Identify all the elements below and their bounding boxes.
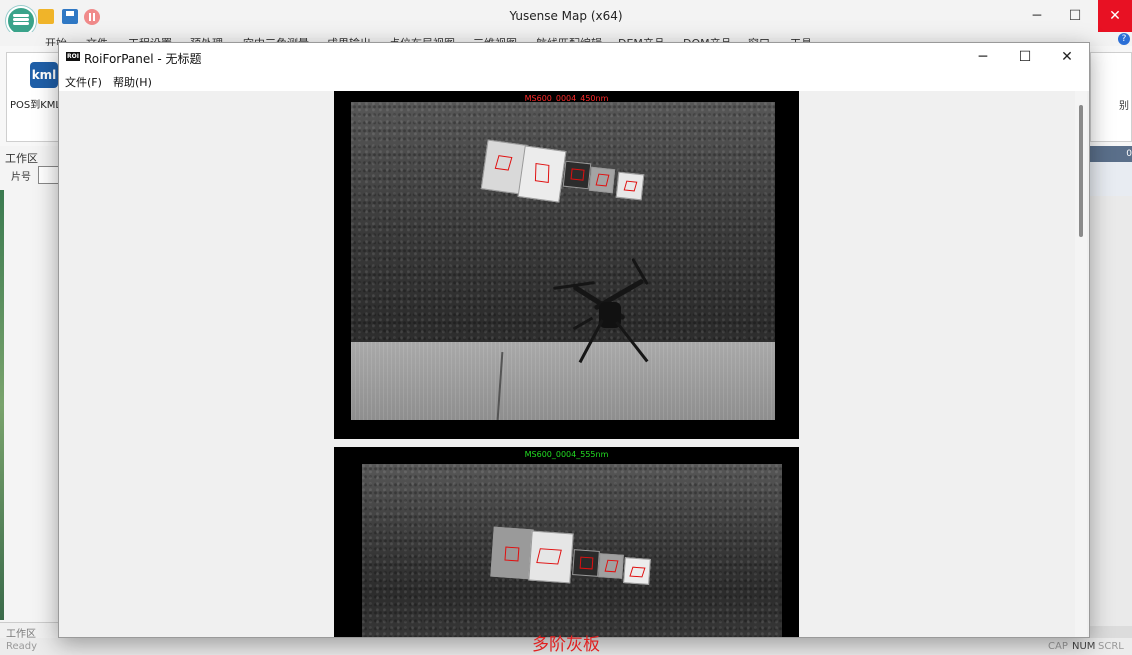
main-maximize-button[interactable]: ☐ [1052, 0, 1098, 32]
roi-box [534, 162, 550, 184]
roi-app-icon: ROI [66, 52, 80, 61]
roi-box [494, 155, 513, 171]
roi-box [623, 180, 638, 192]
dialog-close-button[interactable]: ✕ [1045, 43, 1089, 71]
pavement [351, 342, 775, 420]
help-icon[interactable]: ? [1118, 33, 1130, 45]
aerial-image [362, 464, 782, 637]
kml-icon: kml [30, 62, 58, 88]
main-window-title: Yusense Map (x64) [509, 9, 623, 23]
image-panel-450nm[interactable]: MS600_0004_450nm [334, 91, 799, 439]
panel-label: MS600_0004_555nm [524, 450, 609, 459]
gray-target-3 [562, 160, 592, 190]
column-header-piece[interactable]: 片号 [11, 168, 31, 183]
dialog-title: RoiForPanel - 无标题 [84, 52, 202, 66]
gray-target-5 [623, 557, 651, 585]
dialog-minimize-button[interactable]: ─ [961, 43, 1005, 71]
main-title-bar: Yusense Map (x64) ─ ☐ ✕ [0, 0, 1132, 36]
work-panel-title: 工作区 [5, 152, 38, 165]
column-checkbox[interactable] [38, 166, 60, 184]
main-close-button[interactable]: ✕ [1098, 0, 1132, 32]
gray-target-2 [517, 145, 567, 203]
scrollbar-thumb[interactable] [1079, 105, 1083, 237]
work-panel: 工作区 片号 [0, 146, 60, 626]
roi-dialog: ROI RoiForPanel - 无标题 ─ ☐ ✕ 文件(F) 帮助(H) … [58, 42, 1090, 638]
gray-target-4 [598, 553, 624, 579]
right-panel: 0 [1088, 146, 1132, 626]
menu-help[interactable]: 帮助(H) [113, 74, 152, 90]
gray-target-3 [572, 549, 600, 577]
gray-target-5 [615, 171, 645, 201]
image-panel-555nm[interactable]: MS600_0004_555nm [334, 447, 799, 637]
gray-target-4 [588, 166, 616, 194]
pos-to-kml-label: POS到KML [10, 100, 62, 111]
image-view[interactable]: MS600_0004_450nm MS600_0004_555nm [60, 91, 1075, 637]
right-panel-header: 0 [1088, 146, 1132, 162]
desktop-strip [0, 190, 4, 620]
ribbon-right-button[interactable]: 别 [1090, 52, 1132, 142]
dialog-maximize-button[interactable]: ☐ [1003, 43, 1047, 71]
roi-box [629, 566, 646, 578]
dialog-menu-bar: 文件(F) 帮助(H) [59, 71, 1089, 91]
gray-target-2 [528, 530, 574, 584]
menu-file[interactable]: 文件(F) [65, 74, 102, 90]
caption-text: 多阶灰板 [532, 635, 600, 655]
roi-box [536, 548, 562, 565]
vertical-scrollbar[interactable] [1075, 91, 1087, 637]
roi-box [570, 168, 585, 181]
roi-box [504, 546, 520, 562]
aerial-image [351, 102, 775, 420]
gray-target-1 [490, 526, 534, 580]
roi-box [579, 556, 594, 570]
roi-box [595, 173, 610, 187]
roi-box [604, 559, 619, 573]
dialog-title-bar: ROI RoiForPanel - 无标题 ─ ☐ ✕ [59, 43, 1089, 71]
